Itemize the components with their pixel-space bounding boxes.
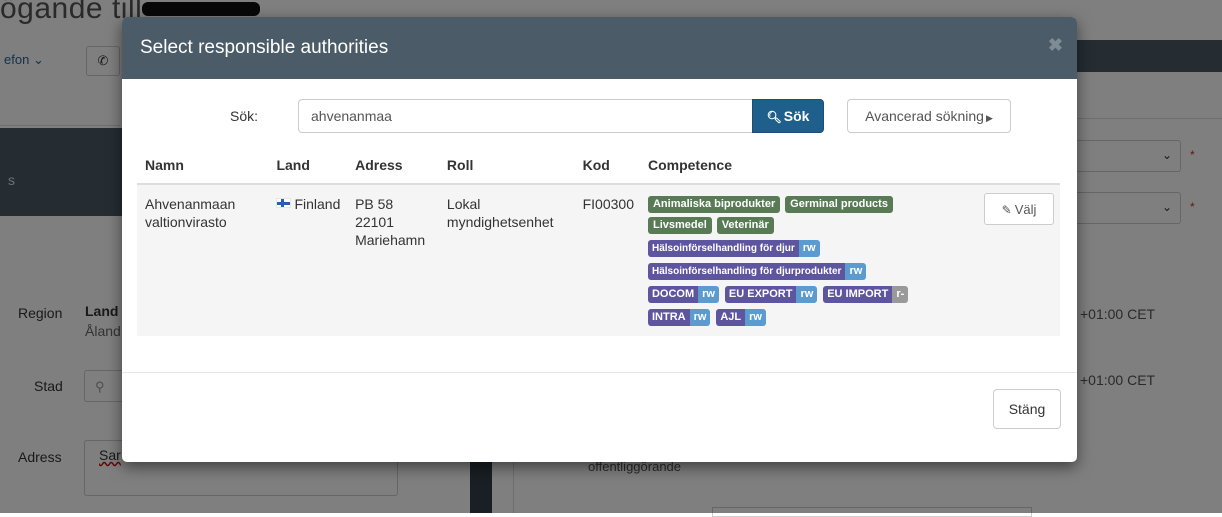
rights-tag: rw: [698, 285, 719, 303]
competence-name: Hälsoinförselhandling för djurprodukter: [647, 262, 846, 280]
rights-tag: rw: [796, 285, 818, 303]
competence-badge: Livsmedel: [647, 216, 712, 234]
rights-tag: rw: [689, 308, 711, 326]
column-header-action: [976, 149, 1060, 185]
search-button-label: Sök: [783, 108, 810, 124]
competence-badge: Animaliska biprodukter: [647, 196, 781, 214]
role-line: myndighetsenhet: [446, 214, 554, 230]
caret-right-icon: ▶: [985, 113, 993, 123]
competence-badge: Veterinär: [716, 216, 774, 234]
cell-adress: PB 58 22101 Mariehamn: [347, 184, 439, 336]
search-row: Sök: 🔍︎Sök Avancerad sökning▶: [122, 99, 1077, 133]
competence-name: Hälsoinförselhandling för djur: [647, 239, 799, 257]
close-button[interactable]: Stäng: [993, 389, 1061, 429]
close-icon[interactable]: ✖: [1048, 35, 1063, 56]
modal-title: Select responsible authorities: [140, 37, 389, 58]
search-icon: 🔍︎: [766, 110, 782, 124]
results-table: Namn Land Adress Roll Kod Competence Ahv…: [137, 149, 1060, 336]
competence-rights-badge: Hälsoinförselhandling för djurprodukter r…: [647, 260, 867, 280]
column-header-competence: Competence: [639, 149, 976, 185]
competence-name: AJL: [716, 308, 746, 326]
cell-action: ✎ Välj: [976, 184, 1060, 336]
column-header-kod: Kod: [574, 149, 640, 185]
competence-rights-badge: AJL rw: [716, 306, 766, 326]
competence-name: EU IMPORT: [823, 285, 893, 303]
edit-icon: ✎: [1001, 202, 1012, 217]
name-line: Ahvenanmaan: [145, 196, 236, 212]
competence-rights-badge: Hälsoinförselhandling för djur rw: [647, 237, 820, 257]
competence-rights-badge: EU EXPORT rw: [724, 283, 818, 303]
column-header-adress: Adress: [347, 149, 439, 185]
competence-rights-badge: DOCOM rw: [647, 283, 719, 303]
address-line: Mariehamn: [355, 232, 426, 248]
cell-namn: Ahvenanmaan valtionvirasto: [137, 184, 269, 336]
table-header-row: Namn Land Adress Roll Kod Competence: [137, 149, 1060, 185]
finland-flag-icon: [276, 198, 292, 208]
competence-rights-badge: EU IMPORT r-: [823, 283, 909, 303]
role-line: Lokal: [446, 196, 481, 212]
competence-name: DOCOM: [647, 285, 699, 303]
name-line: valtionvirasto: [145, 214, 227, 230]
select-button[interactable]: ✎ Välj: [984, 193, 1054, 225]
competence-name: INTRA: [647, 308, 690, 326]
address-line: 22101: [355, 214, 395, 230]
cell-land: Finland: [268, 184, 348, 336]
column-header-roll: Roll: [438, 149, 575, 185]
competence-badge: Germinal products: [785, 196, 893, 214]
competence-name: EU EXPORT: [724, 285, 797, 303]
rights-tag: r-: [892, 285, 909, 303]
competence-rights-badge: INTRA rw: [647, 306, 711, 326]
rights-tag: rw: [798, 239, 820, 257]
search-input[interactable]: [298, 99, 752, 133]
select-authorities-modal: Select responsible authorities ✖ Sök: 🔍︎…: [122, 17, 1077, 462]
column-header-land: Land: [268, 149, 348, 185]
select-button-label: Välj: [1014, 201, 1037, 217]
search-button[interactable]: 🔍︎ Sök: [752, 99, 824, 133]
rights-tag: rw: [745, 308, 766, 326]
advanced-search-button[interactable]: Avancerad sökning ▶: [847, 99, 1011, 133]
advanced-search-label: Avancerad sökning: [865, 108, 984, 124]
address-line: PB 58: [355, 196, 394, 212]
cell-roll: Lokal myndighetsenhet: [438, 184, 575, 336]
cell-competence: Animaliska biprodukter Germinal products…: [639, 184, 976, 336]
modal-footer: Stäng: [122, 372, 1077, 462]
cell-kod: FI00300: [574, 184, 640, 336]
column-header-namn: Namn: [137, 149, 269, 185]
search-label: Sök:: [230, 108, 259, 124]
table-row: Ahvenanmaan valtionvirasto Finland PB 58…: [137, 184, 1060, 336]
country-name: Finland: [294, 196, 341, 212]
modal-header: Select responsible authorities ✖: [122, 17, 1077, 79]
rights-tag: rw: [845, 262, 867, 280]
